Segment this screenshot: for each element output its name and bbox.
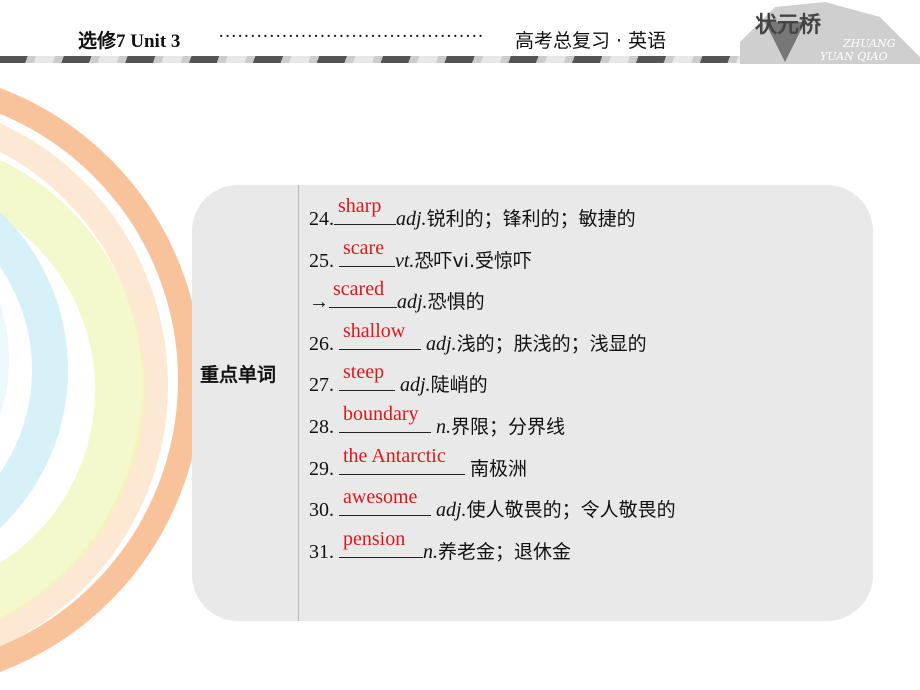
unit-title: 选修7 Unit 3 <box>78 31 181 52</box>
answer-blank: pension <box>339 528 423 558</box>
answer-word: the Antarctic <box>343 444 446 467</box>
course-title: 高考总复习 · 英语 <box>515 30 667 52</box>
answer-word: scared <box>333 278 385 301</box>
answer-blank: steep <box>339 361 395 392</box>
svg-text:ZHUANG: ZHUANG <box>842 37 896 50</box>
answer-blank: awesome <box>339 486 431 517</box>
vocab-item: 24. sharp adj.锐利的；锋利的；敏捷的 <box>309 195 636 232</box>
zhuangyuanqiao-logo: 状元桥 ZHUANG YUAN QIAO <box>740 2 920 64</box>
answer-blank: sharp <box>334 195 396 225</box>
item-number: 28. <box>309 416 339 438</box>
vocab-item: 27. steep adj.陡峭的 <box>309 361 488 398</box>
answer-word: pension <box>343 527 406 550</box>
vocab-item: 30. awesome adj.使人敬畏的；令人敬畏的 <box>309 486 676 523</box>
part-of-speech: adj. <box>397 291 428 314</box>
meaning: 养老金；退休金 <box>438 540 572 563</box>
answer-blank: the Antarctic <box>339 445 465 475</box>
answer-blank: scared <box>329 278 397 309</box>
part-of-speech: adj. <box>421 332 457 355</box>
item-number: 25. <box>309 249 339 272</box>
answer-word: sharp <box>338 195 382 217</box>
part-of-speech: vt. <box>395 249 415 272</box>
svg-text:状元桥: 状元桥 <box>755 12 821 38</box>
vocab-item: 26. shallow adj.浅的；肤浅的；浅显的 <box>309 320 647 357</box>
header-stripe <box>0 56 740 63</box>
meaning: 恐惧的 <box>427 291 485 314</box>
vocab-item: 29. the Antarctic 南极洲 <box>309 445 528 482</box>
answer-word: awesome <box>343 486 418 509</box>
item-number: → <box>309 291 329 314</box>
item-number: 27. <box>309 374 339 397</box>
item-number: 29. <box>309 457 339 480</box>
part-of-speech: adj. <box>396 208 427 230</box>
item-number: 24. <box>309 208 334 230</box>
answer-word: scare <box>343 236 385 259</box>
vocab-item: → scared adj.恐惧的 <box>309 278 485 315</box>
answer-blank: shallow <box>339 320 421 350</box>
part-of-speech: adj. <box>395 374 431 397</box>
answer-blank: scare <box>339 237 395 267</box>
vocab-item: 31. pension n.养老金；退休金 <box>309 528 572 565</box>
vocab-item: 28. boundary n.界限；分界线 <box>309 403 566 440</box>
meaning: 锐利的；锋利的；敏捷的 <box>426 208 636 230</box>
vocab-item: 25. scare vt.恐吓vi.受惊吓 <box>309 237 533 274</box>
meaning: 浅的；肤浅的；浅显的 <box>456 332 647 355</box>
meaning: 恐吓vi.受惊吓 <box>414 249 533 272</box>
svg-text:YUAN QIAO: YUAN QIAO <box>820 50 888 63</box>
meaning: 界限；分界线 <box>451 416 566 438</box>
answer-word: steep <box>343 361 385 384</box>
answer-word: shallow <box>343 319 406 342</box>
answer-word: boundary <box>343 403 419 425</box>
slide-header: 选修7 Unit 3 ·····························… <box>0 0 920 64</box>
item-number: 26. <box>309 332 339 355</box>
section-label: 重点单词 <box>200 364 277 386</box>
meaning: 陡峭的 <box>430 374 488 397</box>
part-of-speech: adj. <box>431 499 467 522</box>
answer-blank: boundary <box>339 403 431 433</box>
meaning: 使人敬畏的；令人敬畏的 <box>466 499 676 522</box>
part-of-speech: n. <box>431 416 451 438</box>
panel-divider <box>298 185 299 621</box>
item-number: 31. <box>309 540 339 563</box>
item-number: 30. <box>309 499 339 522</box>
part-of-speech: n. <box>423 540 438 563</box>
header-dots: ········································… <box>218 26 484 47</box>
meaning: 南极洲 <box>470 457 528 480</box>
